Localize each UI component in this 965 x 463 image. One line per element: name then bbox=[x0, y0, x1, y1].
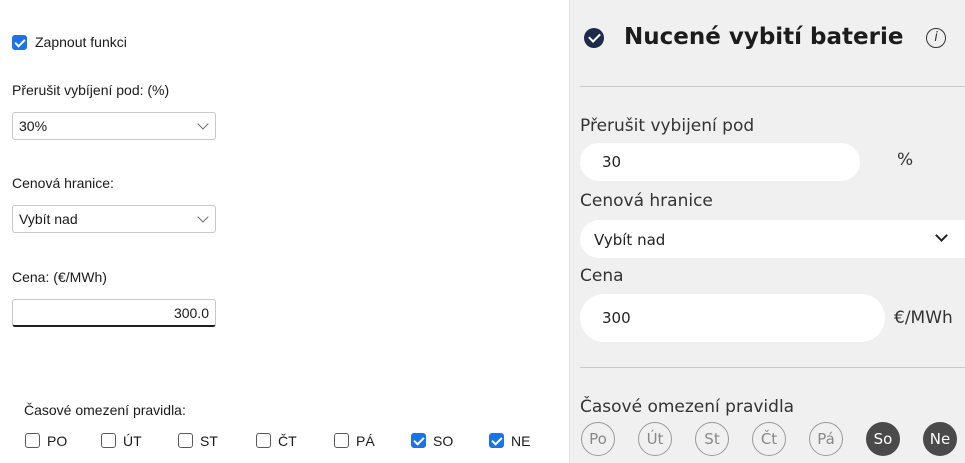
price-input[interactable]: 300.0 bbox=[12, 299, 216, 327]
stop-discharge-select[interactable]: 30% bbox=[12, 112, 216, 140]
day-checkbox-box[interactable] bbox=[334, 433, 349, 448]
day-label: ČT bbox=[278, 433, 297, 449]
day-chip-ne[interactable]: Ne bbox=[923, 422, 957, 456]
divider bbox=[580, 86, 965, 87]
price-limit-value: Vybít nad bbox=[594, 231, 666, 249]
day-label: PÁ bbox=[356, 433, 375, 449]
day-label: ÚT bbox=[123, 433, 142, 449]
day-label: ST bbox=[200, 433, 218, 449]
day-label: SO bbox=[433, 433, 454, 449]
enable-checkbox-box[interactable] bbox=[12, 35, 27, 50]
chevron-down-icon bbox=[197, 118, 209, 130]
day-chip-so[interactable]: So bbox=[866, 422, 900, 456]
divider bbox=[580, 367, 965, 368]
day-chip-ut[interactable]: Út bbox=[638, 422, 672, 456]
chevron-down-icon bbox=[935, 229, 948, 242]
info-icon[interactable]: i bbox=[926, 28, 946, 48]
panel-title: Nucené vybití baterie bbox=[624, 24, 904, 50]
day-chip-po[interactable]: Po bbox=[581, 422, 615, 456]
stop-discharge-value: 30% bbox=[19, 118, 48, 134]
stop-discharge-label: Přerušit vybíjení pod: (%) bbox=[12, 82, 170, 98]
time-limit-label: Časové omezení pravidla bbox=[580, 397, 795, 417]
day-chip-st[interactable]: St bbox=[695, 422, 729, 456]
stop-discharge-input[interactable]: 30 bbox=[580, 143, 860, 181]
check-circle-icon[interactable] bbox=[584, 28, 604, 48]
price-limit-label: Cenová hranice: bbox=[12, 175, 114, 191]
day-checkbox-box[interactable] bbox=[25, 433, 40, 448]
percent-unit: % bbox=[897, 150, 914, 170]
modern-settings-panel: Nucené vybití baterie i Přerušit vybijen… bbox=[569, 0, 965, 463]
price-input[interactable]: 300 bbox=[580, 294, 885, 342]
time-limit-label: Časové omezení pravidla: bbox=[24, 402, 186, 418]
price-label: Cena: (€/MWh) bbox=[12, 269, 107, 285]
chevron-down-icon bbox=[197, 211, 209, 223]
classic-settings-panel: Zapnout funkci Přerušit vybíjení pod: (%… bbox=[0, 0, 560, 463]
price-input-value: 300.0 bbox=[173, 305, 209, 321]
day-label: NE bbox=[511, 433, 531, 449]
day-chip-ct[interactable]: Čt bbox=[752, 422, 786, 456]
stop-discharge-value: 30 bbox=[602, 153, 622, 171]
price-label: Cena bbox=[580, 266, 624, 286]
price-limit-select[interactable]: Vybít nad bbox=[580, 220, 965, 258]
stop-discharge-label: Přerušit vybijení pod bbox=[580, 116, 755, 136]
price-unit: €/MWh bbox=[894, 308, 953, 328]
day-checkbox-box[interactable] bbox=[489, 433, 504, 448]
price-input-value: 300 bbox=[602, 309, 631, 327]
enable-checkbox[interactable]: Zapnout funkci bbox=[12, 33, 212, 53]
day-checkbox-box[interactable] bbox=[178, 433, 193, 448]
price-limit-value: Vybít nad bbox=[19, 211, 78, 227]
day-checkbox-box[interactable] bbox=[101, 433, 116, 448]
price-limit-select[interactable]: Vybít nad bbox=[12, 205, 216, 233]
day-chip-pa[interactable]: Pá bbox=[809, 422, 843, 456]
price-limit-label: Cenová hranice bbox=[580, 191, 713, 211]
day-checkbox-box[interactable] bbox=[411, 433, 426, 448]
day-label: PO bbox=[47, 433, 68, 449]
day-checkbox-box[interactable] bbox=[256, 433, 271, 448]
enable-label: Zapnout funkci bbox=[35, 34, 127, 50]
